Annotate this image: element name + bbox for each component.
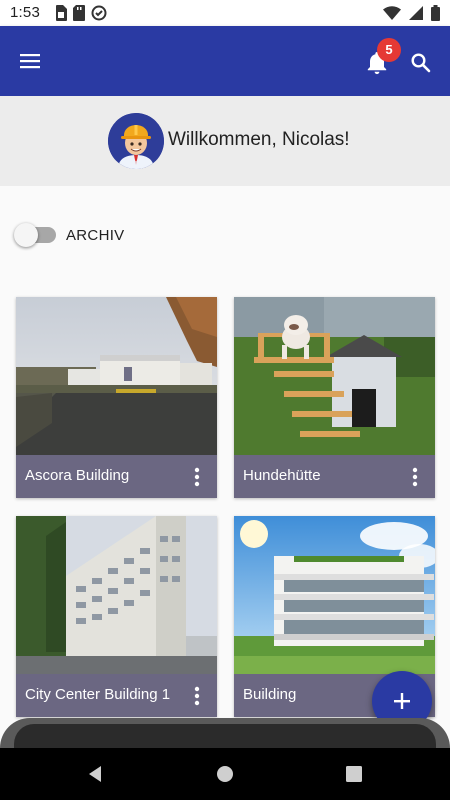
wifi-icon — [383, 6, 401, 20]
status-left-icons — [55, 5, 107, 21]
back-icon — [89, 766, 101, 782]
builder-avatar-icon — [108, 113, 164, 169]
project-photo — [16, 297, 217, 455]
welcome-panel: Willkommen, Nicolas! — [0, 96, 450, 186]
recents-icon — [346, 766, 362, 782]
toggle-switch[interactable] — [14, 223, 56, 247]
avatar[interactable] — [108, 113, 164, 169]
app-bar: 5 — [0, 26, 450, 96]
more-vert-icon — [412, 467, 418, 487]
project-title: Hundehütte — [243, 467, 321, 484]
project-card-footer: Hundehütte — [234, 455, 435, 498]
project-card-footer: City Center Building 1 — [16, 674, 217, 717]
battery-icon — [431, 5, 440, 21]
menu-button[interactable] — [12, 46, 48, 76]
home-icon — [217, 766, 233, 782]
notification-badge: 5 — [377, 38, 401, 62]
project-photo — [234, 297, 435, 455]
project-title: City Center Building 1 — [25, 686, 171, 703]
archive-label: ARCHIV — [66, 226, 125, 244]
more-vert-icon — [194, 467, 200, 487]
sync-icon — [91, 5, 107, 21]
welcome-text: Willkommen, Nicolas! — [168, 129, 350, 150]
project-card-footer: Ascora Building — [16, 455, 217, 498]
home-button[interactable] — [213, 762, 237, 786]
status-bar: 1:53 — [0, 0, 450, 26]
bottom-shelf-inner — [14, 724, 436, 748]
signal-icon — [409, 6, 423, 20]
more-options-button[interactable] — [185, 683, 209, 709]
status-right-icons — [383, 5, 440, 21]
project-photo — [234, 516, 435, 674]
more-vert-icon — [194, 686, 200, 706]
project-photo — [16, 516, 217, 674]
recents-button[interactable] — [342, 762, 366, 786]
status-time: 1:53 — [10, 4, 40, 21]
sim-icon — [56, 5, 67, 21]
project-card[interactable]: City Center Building 1 — [16, 516, 217, 717]
menu-icon — [20, 54, 40, 69]
more-options-button[interactable] — [185, 464, 209, 490]
back-button[interactable] — [84, 762, 108, 786]
sd-card-icon — [73, 5, 85, 21]
search-icon — [411, 53, 431, 73]
app-screen: 1:53 5 Willkommen, Nicolas! ARCHIV Ascor… — [0, 0, 450, 800]
project-title: Building — [243, 686, 297, 703]
search-button[interactable] — [404, 46, 438, 80]
archive-toggle[interactable]: ARCHIV — [14, 222, 125, 248]
toggle-thumb — [14, 223, 38, 247]
project-card[interactable]: Hundehütte — [234, 297, 435, 498]
project-title: Ascora Building — [25, 467, 130, 484]
bottom-shelf — [0, 718, 450, 748]
project-card[interactable]: Ascora Building — [16, 297, 217, 498]
more-options-button[interactable] — [403, 464, 427, 490]
system-nav-bar — [0, 748, 450, 800]
